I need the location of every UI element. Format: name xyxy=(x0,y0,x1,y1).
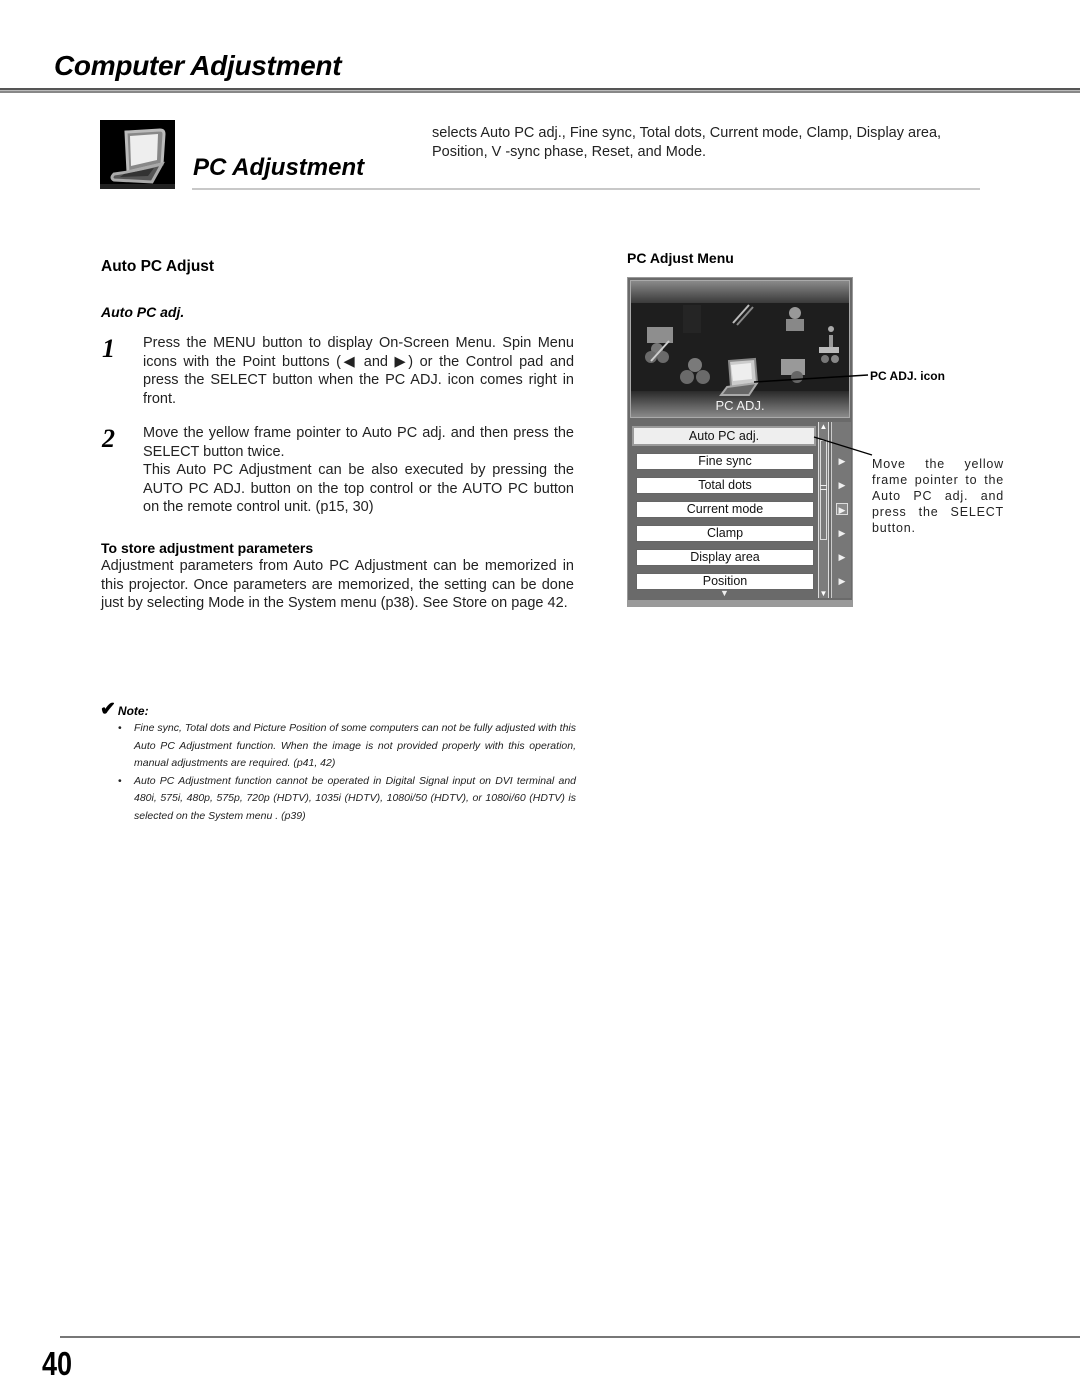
setting-wrench-icon xyxy=(732,304,754,326)
note-item-text: Auto PC Adjustment function cannot be op… xyxy=(134,774,576,822)
step-1-text: Press the MENU button to display On-Scre… xyxy=(143,334,574,408)
information-icon xyxy=(819,326,839,363)
section-intro: selects Auto PC adj., Fine sync, Total d… xyxy=(432,125,942,160)
page-number: 40 xyxy=(42,1345,73,1382)
color-balls-icon xyxy=(680,358,710,384)
note-item: • Fine sync, Total dots and Picture Posit… xyxy=(118,720,576,773)
more-items-down-icon[interactable]: ▼ xyxy=(720,588,729,598)
step-1-text-part: and xyxy=(357,353,395,370)
laptop-icon xyxy=(100,120,175,189)
note-item: • Auto PC Adjustment function cannot be o… xyxy=(118,773,576,826)
title-divider xyxy=(0,88,1080,93)
store-parameters-text: Adjustment parameters from Auto PC Adjus… xyxy=(101,558,574,611)
auto-pc-adj-subheading: Auto PC adj. xyxy=(101,304,185,320)
image-adjust-icon xyxy=(645,327,673,363)
menu-item-display-area[interactable]: Display area xyxy=(636,549,814,566)
left-arrow-icon: ◀ xyxy=(341,353,358,370)
menu-bottom-bar xyxy=(628,600,852,606)
callout-lines xyxy=(753,374,873,456)
hidden-menu-icon xyxy=(683,305,701,333)
section-title: PC Adjustment xyxy=(193,154,365,181)
submenu-arrow-icon[interactable]: ▶ xyxy=(836,527,848,539)
auto-pc-adj-callout-line xyxy=(813,436,873,456)
menu-item-clamp[interactable]: Clamp xyxy=(636,525,814,542)
submenu-arrow-icon[interactable]: ▶ xyxy=(836,551,848,563)
auto-pc-adj-callout: Move the yellow frame pointer to the Aut… xyxy=(872,457,1004,535)
submenu-arrow-icon[interactable]: ▶ xyxy=(836,503,848,515)
step-2-paragraph: This Auto PC Adjustment can be also exec… xyxy=(143,462,574,515)
menu-item-current-mode[interactable]: Current mode xyxy=(636,501,814,518)
right-arrow-icon: ▶ xyxy=(394,353,409,370)
note-label: Note: xyxy=(117,704,149,718)
store-parameters-heading: To store adjustment parameters xyxy=(101,540,314,556)
step-2-paragraph: Move the yellow frame pointer to Auto PC… xyxy=(143,425,574,460)
auto-pc-adjust-heading: Auto PC Adjust xyxy=(101,258,215,275)
step-2-text: Move the yellow frame pointer to Auto PC… xyxy=(143,424,574,517)
scroll-down-icon[interactable]: ▼ xyxy=(819,589,828,598)
step-number-2: 2 xyxy=(102,424,115,453)
page-title: Computer Adjustment xyxy=(54,50,342,81)
pc-adj-icon-callout: PC ADJ. icon xyxy=(870,369,945,383)
checkmark-icon: ✔ xyxy=(100,699,116,720)
note-list: • Fine sync, Total dots and Picture Posit… xyxy=(118,720,576,825)
bullet-icon: • xyxy=(118,774,122,787)
user-profile-icon xyxy=(786,307,804,331)
bullet-icon: • xyxy=(118,722,122,734)
pc-adj-icon-callout-line xyxy=(753,374,869,383)
pc-adjust-menu-heading: PC Adjust Menu xyxy=(627,250,734,266)
step-number-1: 1 xyxy=(102,334,115,363)
section-divider xyxy=(192,188,980,190)
note-heading: ✔ Note: xyxy=(100,698,149,721)
submenu-arrow-icon[interactable]: ▶ xyxy=(836,575,848,587)
note-item-text: Fine sync, Total dots and Picture Positi… xyxy=(134,722,576,769)
footer-divider xyxy=(60,1336,1080,1338)
